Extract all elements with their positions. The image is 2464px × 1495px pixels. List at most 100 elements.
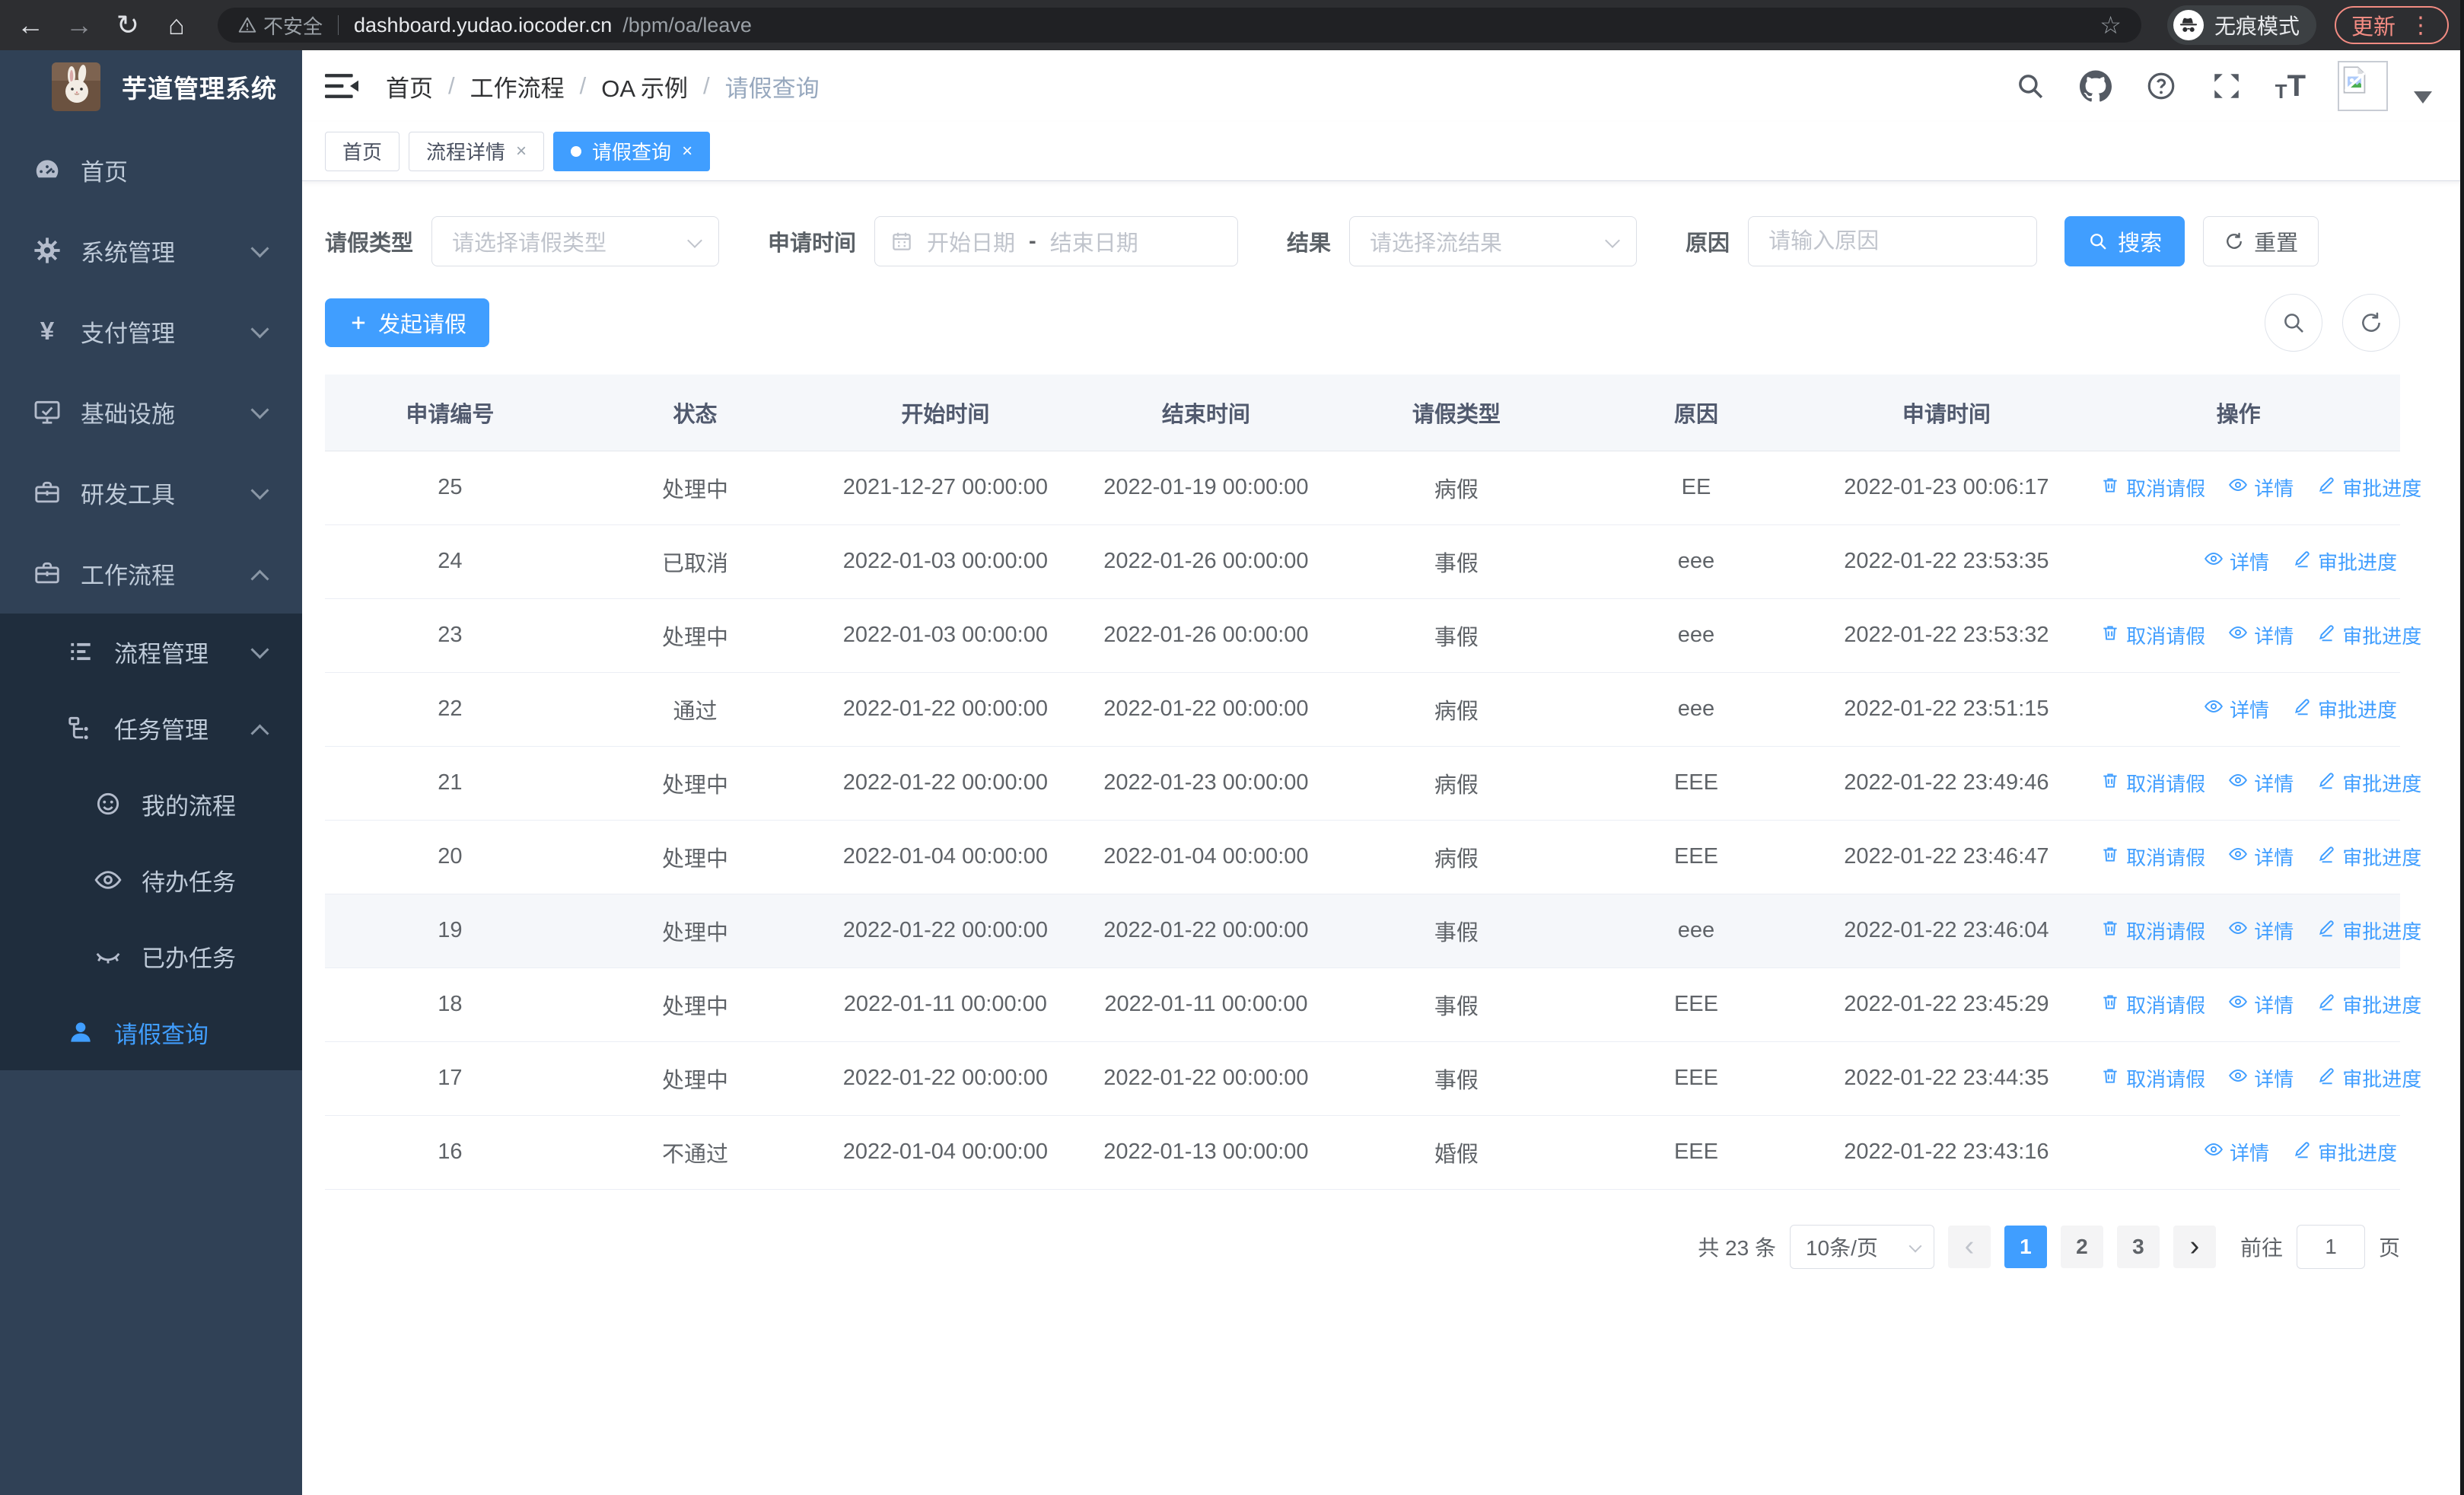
forward-icon[interactable]: → (64, 11, 94, 39)
cell-reason: EEE (1576, 746, 1816, 821)
home-icon[interactable]: ⌂ (161, 11, 192, 39)
github-icon[interactable] (2079, 69, 2112, 103)
back-icon[interactable]: ← (15, 11, 46, 39)
breadcrumb-item[interactable]: OA 示例 (601, 69, 688, 104)
action-label: 审批进度 (2342, 1068, 2422, 1091)
prev-page-button[interactable]: ‹ (1947, 1225, 1991, 1268)
address-bar[interactable]: 不安全 dashboard.yudao.iocoder.cn/bpm/oa/le… (218, 8, 2141, 43)
progress-link[interactable]: 审批进度 (2292, 1138, 2397, 1166)
page-button[interactable]: 3 (2116, 1225, 2160, 1268)
breadcrumb-item[interactable]: 工作流程 (470, 69, 565, 104)
column-header: 开始时间 (815, 375, 1076, 451)
progress-link[interactable]: 审批进度 (2316, 621, 2421, 649)
detail-link[interactable]: 详情 (2228, 473, 2294, 502)
progress-link[interactable]: 审批进度 (2292, 695, 2397, 723)
cancel-leave-link[interactable]: 取消请假 (2100, 769, 2205, 797)
table-row[interactable]: 18 处理中 2022-01-11 00:00:00 2022-01-11 00:00… (325, 967, 2421, 1042)
detail-link[interactable]: 详情 (2228, 769, 2294, 797)
search-icon[interactable] (2014, 69, 2047, 103)
edit-icon (2316, 844, 2336, 869)
sidebar-item-system[interactable]: 系统管理 (0, 210, 302, 291)
next-page-button[interactable]: › (2173, 1225, 2216, 1268)
help-icon[interactable] (2144, 69, 2178, 103)
detail-link[interactable]: 详情 (2204, 547, 2269, 575)
detail-link[interactable]: 详情 (2228, 916, 2294, 945)
chevron-up-icon (253, 721, 267, 735)
tab-leave-query[interactable]: 请假查询 × (553, 131, 711, 171)
table-row[interactable]: 22 通过 2022-01-22 00:00:00 2022-01-22 00:00:… (325, 672, 2400, 747)
edit-icon (2316, 623, 2336, 648)
detail-link[interactable]: 详情 (2228, 621, 2294, 649)
cancel-leave-link[interactable]: 取消请假 (2100, 1064, 2205, 1092)
cell-id: 17 (325, 1041, 575, 1116)
detail-link[interactable]: 详情 (2228, 990, 2294, 1018)
sidebar-item-process-mgmt[interactable]: 流程管理 (0, 614, 302, 690)
progress-link[interactable]: 审批进度 (2316, 769, 2421, 797)
result-select[interactable]: 请选择流结果 (1349, 216, 1638, 266)
reload-icon[interactable]: ↻ (113, 11, 143, 39)
cell-status: 处理中 (575, 746, 816, 821)
page-button[interactable]: 1 (2004, 1225, 2047, 1268)
app-logo[interactable]: 芋道管理系统 (0, 50, 302, 123)
breadcrumb-item[interactable]: 首页 (386, 69, 433, 104)
reason-input[interactable] (1748, 216, 2038, 266)
cancel-leave-link[interactable]: 取消请假 (2100, 990, 2205, 1018)
sidebar-item-my-process[interactable]: 我的流程 (0, 766, 302, 842)
bookmark-star-icon[interactable]: ☆ (2099, 11, 2122, 40)
sidebar-item-task-mgmt[interactable]: 任务管理 (0, 690, 302, 766)
tab-home[interactable]: 首页 (325, 131, 400, 171)
cancel-leave-link[interactable]: 取消请假 (2100, 916, 2205, 945)
close-icon[interactable]: × (516, 142, 527, 161)
detail-link[interactable]: 详情 (2228, 843, 2294, 871)
cell-id: 18 (325, 967, 575, 1042)
cancel-leave-link[interactable]: 取消请假 (2100, 621, 2205, 649)
avatar-caret-icon[interactable] (2414, 91, 2432, 104)
avatar[interactable] (2338, 61, 2388, 111)
cancel-leave-link[interactable]: 取消请假 (2100, 843, 2205, 871)
show-search-button[interactable] (2265, 294, 2322, 352)
detail-link[interactable]: 详情 (2228, 1064, 2294, 1092)
refresh-table-button[interactable] (2342, 294, 2400, 352)
progress-link[interactable]: 审批进度 (2316, 1064, 2421, 1092)
table-row[interactable]: 16 不通过 2022-01-04 00:00:00 2022-01-13 00:00… (325, 1115, 2400, 1190)
cell-id: 19 (325, 894, 575, 968)
sidebar-item-devtools[interactable]: 研发工具 (0, 452, 302, 533)
sidebar-item-workflow[interactable]: 工作流程 (0, 533, 302, 614)
progress-link[interactable]: 审批进度 (2316, 990, 2421, 1018)
table-row[interactable]: 20 处理中 2022-01-04 00:00:00 2022-01-04 00:00… (325, 820, 2421, 894)
table-row[interactable]: 21 处理中 2022-01-22 00:00:00 2022-01-23 00:00… (325, 746, 2421, 821)
create-leave-button[interactable]: 发起请假 (325, 298, 490, 347)
progress-link[interactable]: 审批进度 (2316, 843, 2421, 871)
table-row[interactable]: 24 已取消 2022-01-03 00:00:00 2022-01-26 00:00… (325, 524, 2400, 599)
update-button[interactable]: 更新 ⋮ (2334, 6, 2449, 44)
detail-link[interactable]: 详情 (2204, 1138, 2269, 1166)
sidebar-item-done-tasks[interactable]: 已办任务 (0, 918, 302, 994)
cancel-leave-link[interactable]: 取消请假 (2100, 473, 2205, 502)
goto-page-input[interactable] (2296, 1224, 2365, 1269)
fullscreen-icon[interactable] (2210, 69, 2243, 103)
collapse-sidebar-icon[interactable] (325, 72, 358, 100)
leave-type-select[interactable]: 请选择请假类型 (431, 216, 720, 266)
sidebar-item-payment[interactable]: ¥ 支付管理 (0, 291, 302, 371)
progress-link[interactable]: 审批进度 (2316, 916, 2421, 945)
sidebar-item-leave-query[interactable]: 请假查询 (0, 994, 302, 1070)
reset-button[interactable]: 重置 (2203, 216, 2319, 266)
progress-link[interactable]: 审批进度 (2292, 547, 2397, 575)
font-size-icon[interactable]: TT (2275, 69, 2306, 104)
search-button[interactable]: 搜索 (2064, 216, 2185, 266)
close-icon[interactable]: × (682, 142, 692, 161)
sidebar-item-home[interactable]: 首页 (0, 129, 302, 210)
detail-link[interactable]: 详情 (2204, 695, 2269, 723)
table-row[interactable]: 25 处理中 2021-12-27 00:00:00 2022-01-19 00:00… (325, 451, 2421, 525)
table-row[interactable]: 19 处理中 2022-01-22 00:00:00 2022-01-22 00:00… (325, 894, 2421, 968)
sidebar-item-todo-tasks[interactable]: 待办任务 (0, 842, 302, 918)
table-row[interactable]: 17 处理中 2022-01-22 00:00:00 2022-01-22 00:00… (325, 1041, 2421, 1116)
tab-process-detail[interactable]: 流程详情 × (409, 131, 545, 171)
apply-time-range-input[interactable]: 开始日期 - 结束日期 (874, 216, 1239, 266)
progress-link[interactable]: 审批进度 (2316, 473, 2421, 502)
sidebar-item-infra[interactable]: 基础设施 (0, 371, 302, 452)
browser-menu-icon[interactable]: ⋮ (2409, 12, 2432, 39)
page-button[interactable]: 2 (2060, 1225, 2103, 1268)
table-row[interactable]: 23 处理中 2022-01-03 00:00:00 2022-01-26 00:00… (325, 598, 2421, 673)
page-size-select[interactable]: 10条/页 (1789, 1224, 1934, 1269)
